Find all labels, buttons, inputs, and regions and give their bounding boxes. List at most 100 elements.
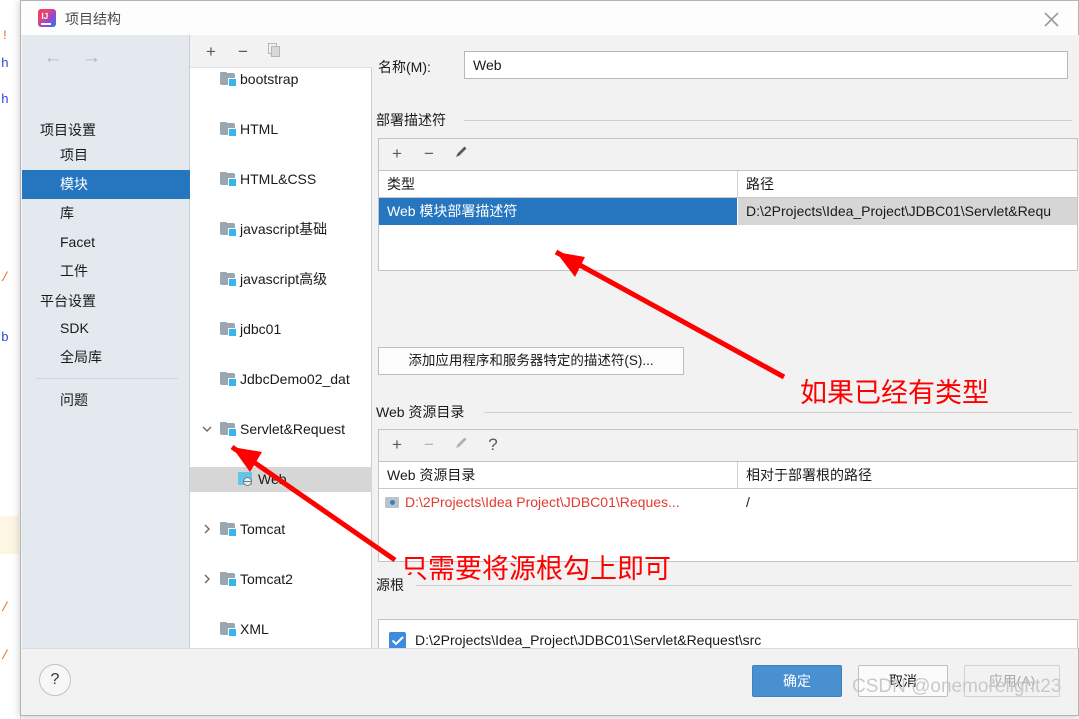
tree-item-tomcat[interactable]: Tomcat bbox=[190, 517, 372, 542]
folder-icon bbox=[385, 496, 400, 509]
arrow-left-icon[interactable]: ← bbox=[36, 47, 70, 69]
module-tree-panel: + − bootstrap HTML HTML&CSS javascript基础… bbox=[190, 35, 372, 683]
module-icon bbox=[220, 322, 237, 337]
sidebar-item-global-libraries[interactable]: 全局库 bbox=[22, 343, 190, 372]
pencil-icon[interactable] bbox=[449, 434, 473, 456]
add-module-button[interactable]: + bbox=[200, 41, 222, 62]
remove-descriptor-button[interactable]: − bbox=[417, 143, 441, 165]
question-mark-icon[interactable]: ? bbox=[39, 664, 71, 696]
name-input[interactable]: Web bbox=[464, 51, 1068, 79]
copy-icon[interactable] bbox=[264, 41, 286, 62]
module-icon bbox=[220, 222, 237, 237]
add-app-server-descriptor-label: 添加应用程序和服务器特定的描述符(S)... bbox=[408, 353, 654, 368]
chevron-right-icon[interactable] bbox=[200, 567, 214, 592]
section-divider bbox=[484, 412, 1072, 413]
background-code-line: / bbox=[1, 600, 9, 615]
column-header-path: 路径 bbox=[746, 176, 774, 192]
module-icon bbox=[220, 272, 237, 287]
remove-web-resource-button[interactable]: − bbox=[417, 434, 441, 456]
module-icon bbox=[220, 372, 237, 387]
web-facet-icon bbox=[238, 472, 254, 486]
tree-item-jdbcdemo02[interactable]: JdbcDemo02_dat bbox=[190, 367, 372, 392]
tree-item-label: Tomcat bbox=[240, 521, 286, 537]
tree-item-label: Web bbox=[258, 471, 287, 487]
tree-item-xml[interactable]: XML bbox=[190, 617, 372, 642]
tree-item-label: javascript高级 bbox=[240, 271, 328, 287]
close-icon[interactable] bbox=[1026, 1, 1078, 35]
table-row[interactable]: D:\2Projects\Idea Project\JDBC01\Reques.… bbox=[379, 489, 1077, 516]
sidebar-divider bbox=[36, 378, 178, 379]
sidebar-item-project[interactable]: 项目 bbox=[22, 141, 190, 170]
tree-item-bootstrap[interactable]: bootstrap bbox=[190, 67, 372, 92]
remove-module-button[interactable]: − bbox=[232, 41, 254, 62]
tree-item-html-css[interactable]: HTML&CSS bbox=[190, 167, 372, 192]
relative-path-cell: / bbox=[746, 494, 750, 510]
tree-item-html[interactable]: HTML bbox=[190, 117, 372, 142]
project-structure-dialog: IJ 项目结构 ← → 项目设置 项目 模块 库 Facet 工件 平台设置 S… bbox=[20, 0, 1079, 716]
module-tree-list: bootstrap HTML HTML&CSS javascript基础 jav… bbox=[190, 67, 372, 637]
web-resources-toolbar: + − ? bbox=[378, 429, 1078, 461]
tree-item-web-facet[interactable]: Web bbox=[190, 467, 372, 492]
descriptor-path-cell: D:\2Projects\Idea_Project\JDBC01\Servlet… bbox=[738, 198, 1077, 225]
tree-item-javascript-basic[interactable]: javascript基础 bbox=[190, 217, 372, 242]
deployment-toolbar: + − bbox=[378, 138, 1078, 170]
sidebar-item-modules[interactable]: 模块 bbox=[22, 170, 190, 199]
background-code-gutter: ! h h / b / / bbox=[0, 0, 21, 719]
annotation-check-source-root: 只需要将源根勾上即可 bbox=[401, 554, 671, 584]
sidebar-item-sdks[interactable]: SDK bbox=[22, 314, 190, 343]
module-icon bbox=[220, 422, 237, 437]
source-roots-list: D:\2Projects\Idea_Project\JDBC01\Servlet… bbox=[378, 619, 1078, 648]
tree-item-jdbc01[interactable]: jdbc01 bbox=[190, 317, 372, 342]
sidebar-item-facets[interactable]: Facet bbox=[22, 228, 190, 257]
column-header-type: 类型 bbox=[387, 176, 415, 192]
deployment-descriptors-table: 类型 路径 Web 模块部署描述符 D:\2Projects\Idea_Proj… bbox=[378, 170, 1078, 271]
sidebar-item-problems[interactable]: 问题 bbox=[22, 386, 190, 415]
annotation-if-type-exists: 如果已经有类型 bbox=[800, 378, 989, 408]
background-code-line: ! bbox=[1, 28, 9, 43]
tree-item-servlet-request[interactable]: Servlet&Request bbox=[190, 417, 372, 442]
table-header: Web 资源目录 相对于部署根的路径 bbox=[379, 462, 1077, 489]
sidebar-item-libraries[interactable]: 库 bbox=[22, 199, 190, 228]
chevron-right-icon[interactable] bbox=[200, 517, 214, 542]
source-roots-section-label: 源根 bbox=[376, 575, 410, 595]
tree-item-javascript-advanced[interactable]: javascript高级 bbox=[190, 267, 372, 292]
column-header-relative-path: 相对于部署根的路径 bbox=[746, 467, 872, 483]
tree-item-label: XML bbox=[240, 621, 269, 637]
source-root-path: D:\2Projects\Idea_Project\JDBC01\Servlet… bbox=[415, 632, 762, 648]
descriptor-type-cell: Web 模块部署描述符 bbox=[379, 198, 737, 225]
intellij-idea-icon: IJ bbox=[38, 9, 56, 27]
chevron-down-icon[interactable] bbox=[200, 417, 214, 442]
pencil-icon[interactable] bbox=[449, 143, 473, 165]
sidebar-navigation: ← → bbox=[36, 47, 108, 69]
web-resource-dir-cell: D:\2Projects\Idea Project\JDBC01\Reques.… bbox=[379, 489, 737, 516]
table-row[interactable]: Web 模块部署描述符 D:\2Projects\Idea_Project\JD… bbox=[379, 198, 1077, 225]
ok-button[interactable]: 确定 bbox=[752, 665, 842, 697]
dialog-titlebar: IJ 项目结构 bbox=[21, 1, 1078, 35]
deployment-descriptors-section-label: 部署描述符 bbox=[376, 110, 452, 130]
tree-item-label: jdbc01 bbox=[240, 321, 282, 337]
web-resources-help-button[interactable]: ? bbox=[481, 434, 505, 456]
sidebar-item-artifacts[interactable]: 工件 bbox=[22, 257, 190, 286]
column-header-web-resource-dir: Web 资源目录 bbox=[387, 467, 476, 483]
add-descriptor-button[interactable]: + bbox=[385, 143, 409, 165]
sidebar-group-platform-settings: 平台设置 bbox=[40, 293, 96, 309]
background-code-line: / bbox=[1, 648, 9, 663]
tree-item-label: HTML&CSS bbox=[240, 171, 317, 187]
sidebar-group-project-settings: 项目设置 bbox=[40, 122, 96, 138]
module-icon bbox=[220, 522, 237, 537]
module-icon bbox=[220, 172, 237, 187]
add-app-server-descriptor-button[interactable]: 添加应用程序和服务器特定的描述符(S)... bbox=[378, 347, 684, 375]
module-icon bbox=[220, 572, 237, 587]
table-header: 类型 路径 bbox=[379, 171, 1077, 198]
module-icon bbox=[220, 72, 237, 87]
module-tree-toolbar: + − bbox=[190, 35, 372, 68]
module-icon bbox=[220, 622, 237, 637]
source-root-checkbox[interactable] bbox=[389, 632, 406, 648]
web-resource-dir-text: D:\2Projects\Idea Project\JDBC01\Reques.… bbox=[405, 494, 680, 510]
name-label: 名称(M): bbox=[378, 59, 431, 75]
tree-item-tomcat2[interactable]: Tomcat2 bbox=[190, 567, 372, 592]
tree-item-label: Tomcat2 bbox=[240, 571, 293, 587]
section-divider bbox=[464, 120, 1072, 121]
add-web-resource-button[interactable]: + bbox=[385, 434, 409, 456]
arrow-right-icon[interactable]: → bbox=[74, 47, 108, 69]
